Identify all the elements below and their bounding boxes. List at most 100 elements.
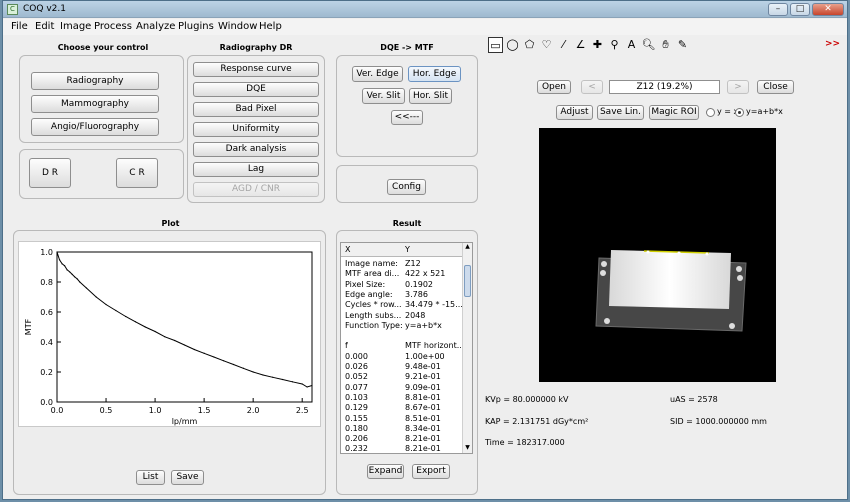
menu-file[interactable]: File bbox=[11, 21, 28, 32]
table-cell-x: 0.180 bbox=[345, 423, 368, 433]
table-cell-y: y=a+b*x bbox=[405, 320, 442, 330]
table-cell-y: Z12 bbox=[405, 259, 421, 268]
zoom-tool-icon[interactable]: 🔍︎ bbox=[641, 37, 656, 53]
ver-edge-button[interactable]: Ver. Edge bbox=[352, 66, 403, 82]
uniformity-button[interactable]: Uniformity bbox=[193, 122, 319, 137]
close-window-button[interactable]: ✕ bbox=[812, 3, 844, 16]
polygon-tool-icon[interactable]: ⬠ bbox=[522, 37, 537, 53]
menu-analyze[interactable]: Analyze bbox=[136, 21, 175, 32]
x-tick-label: 2.0 bbox=[247, 406, 260, 415]
bad-pixel-button[interactable]: Bad Pixel bbox=[193, 102, 319, 117]
open-button[interactable]: Open bbox=[537, 80, 571, 94]
maximize-button[interactable]: □ bbox=[790, 3, 810, 16]
mtf-data-point bbox=[252, 371, 254, 373]
adjust-button[interactable]: Adjust bbox=[556, 105, 593, 120]
export-button[interactable]: Export bbox=[412, 464, 450, 479]
mtf-data-point bbox=[291, 381, 293, 383]
expand-button[interactable]: Expand bbox=[367, 464, 404, 479]
x-axis-label: lp/mm bbox=[172, 417, 198, 426]
agd-cnr-button[interactable]: AGD / CNR bbox=[193, 182, 319, 197]
magic-roi-button[interactable]: Magic ROI bbox=[649, 105, 699, 120]
mtf-data-point bbox=[193, 348, 195, 351]
x-tick-label: 2.5 bbox=[296, 406, 309, 415]
scroll-up-icon[interactable]: ▲ bbox=[464, 243, 471, 252]
mtf-data-point bbox=[281, 378, 284, 381]
angio-fluorography-button[interactable]: Angio/Fluorography bbox=[31, 118, 159, 136]
radio-y-equals-x[interactable] bbox=[706, 108, 715, 117]
freehand-tool-icon[interactable]: ♡ bbox=[539, 37, 554, 53]
mtf-data-point bbox=[154, 330, 156, 333]
hor-slit-button[interactable]: Hor. Slit bbox=[409, 88, 452, 104]
table-cell-x: 0.103 bbox=[345, 392, 368, 402]
sid-value: SID = 1000.000000 mm bbox=[670, 417, 767, 426]
radio-linear-fit[interactable] bbox=[735, 108, 744, 117]
menu-image[interactable]: Image bbox=[60, 21, 91, 32]
list-button[interactable]: List bbox=[136, 470, 165, 485]
radiography-button[interactable]: Radiography bbox=[31, 72, 159, 90]
time-value: Time = 182317.000 bbox=[485, 438, 565, 447]
table-cell-y: 0.1902 bbox=[405, 279, 433, 289]
table-cell-x: f bbox=[345, 341, 348, 351]
mtf-data-point bbox=[301, 383, 303, 385]
ver-slit-button[interactable]: Ver. Slit bbox=[362, 88, 405, 104]
mammography-button[interactable]: Mammography bbox=[31, 95, 159, 113]
mtf-data-point bbox=[174, 339, 176, 342]
dr-button[interactable]: D R bbox=[29, 158, 71, 188]
image-label-field[interactable]: Z12 (19.2%) bbox=[609, 80, 720, 94]
table-scrollbar[interactable]: ▲ ▼ bbox=[462, 243, 472, 453]
mtf-data-point bbox=[272, 376, 274, 378]
mtf-data-point bbox=[213, 356, 215, 358]
dqe-button[interactable]: DQE bbox=[193, 82, 319, 97]
cr-button[interactable]: C R bbox=[116, 158, 158, 188]
hor-edge-button[interactable]: Hor. Edge bbox=[408, 66, 461, 82]
next-image-button[interactable]: > bbox=[727, 80, 749, 94]
y-tick-label: 1.0 bbox=[40, 248, 53, 257]
mtf-data-point bbox=[61, 263, 63, 265]
mtf-plot: 0.0 0.5 1.0 1.5 2.0 2.5 0.0 0.2 0.4 0.6 0.8 1.0 lp/m… bbox=[18, 241, 321, 427]
minimize-button[interactable]: – bbox=[768, 3, 788, 16]
table-header: X Y bbox=[341, 243, 464, 257]
mtf-data-point bbox=[183, 344, 186, 346]
table-cell-x: 0.052 bbox=[345, 372, 368, 382]
menu-process[interactable]: Process bbox=[94, 21, 132, 32]
menu-window[interactable]: Window bbox=[218, 21, 257, 32]
scroll-down-icon[interactable]: ▼ bbox=[464, 444, 471, 453]
mtf-data-point bbox=[71, 273, 73, 275]
back-button[interactable]: <<--- bbox=[391, 110, 423, 125]
text-tool-icon[interactable]: A bbox=[624, 37, 639, 53]
mtf-data-point bbox=[115, 309, 117, 312]
more-tools-button[interactable]: >> bbox=[825, 37, 840, 53]
scroll-thumb[interactable] bbox=[464, 265, 471, 297]
lag-button[interactable]: Lag bbox=[193, 162, 319, 177]
menu-plugins[interactable]: Plugins bbox=[178, 21, 214, 32]
menu-help[interactable]: Help bbox=[259, 21, 282, 32]
dark-analysis-button[interactable]: Dark analysis bbox=[193, 142, 319, 157]
line-tool-icon[interactable]: ⁄ bbox=[556, 37, 571, 53]
dropper-tool-icon[interactable]: ✎ bbox=[675, 37, 690, 53]
table-cell-y: 8.81e-01 bbox=[405, 392, 441, 402]
plot-save-button[interactable]: Save bbox=[171, 470, 204, 485]
image-canvas[interactable] bbox=[539, 128, 776, 382]
table-cell-x: 0.232 bbox=[345, 444, 368, 454]
menu-edit[interactable]: Edit bbox=[35, 21, 54, 32]
rectangle-tool-icon[interactable]: ▭ bbox=[488, 37, 503, 53]
prev-image-button[interactable]: < bbox=[581, 80, 603, 94]
window-title: COQ v2.1 bbox=[23, 4, 66, 14]
oval-tool-icon[interactable]: ◯ bbox=[505, 37, 520, 53]
table-cell-x: MTF area di... bbox=[345, 269, 400, 279]
angle-tool-icon[interactable]: ∠ bbox=[573, 37, 588, 53]
wand-tool-icon[interactable]: ⚲ bbox=[607, 37, 622, 53]
hand-tool-icon[interactable]: ✋︎ bbox=[658, 37, 673, 53]
result-table[interactable]: X Y Image name: Z12 MTF area di... 422 x 52… bbox=[340, 242, 473, 454]
choose-control-title: Choose your control bbox=[57, 43, 149, 52]
table-cell-x: Image name: bbox=[345, 259, 398, 268]
save-lin-button[interactable]: Save Lin. bbox=[597, 105, 644, 120]
close-image-button[interactable]: Close bbox=[757, 80, 794, 94]
table-cell-x: Cycles * row... bbox=[345, 300, 402, 310]
response-curve-button[interactable]: Response curve bbox=[193, 62, 319, 77]
table-cell-x: 0.206 bbox=[345, 434, 368, 444]
table-cell-y: 9.21e-01 bbox=[405, 372, 441, 382]
radio-selected-dot bbox=[738, 111, 741, 114]
point-tool-icon[interactable]: ✚ bbox=[590, 37, 605, 53]
config-button[interactable]: Config bbox=[387, 179, 426, 195]
